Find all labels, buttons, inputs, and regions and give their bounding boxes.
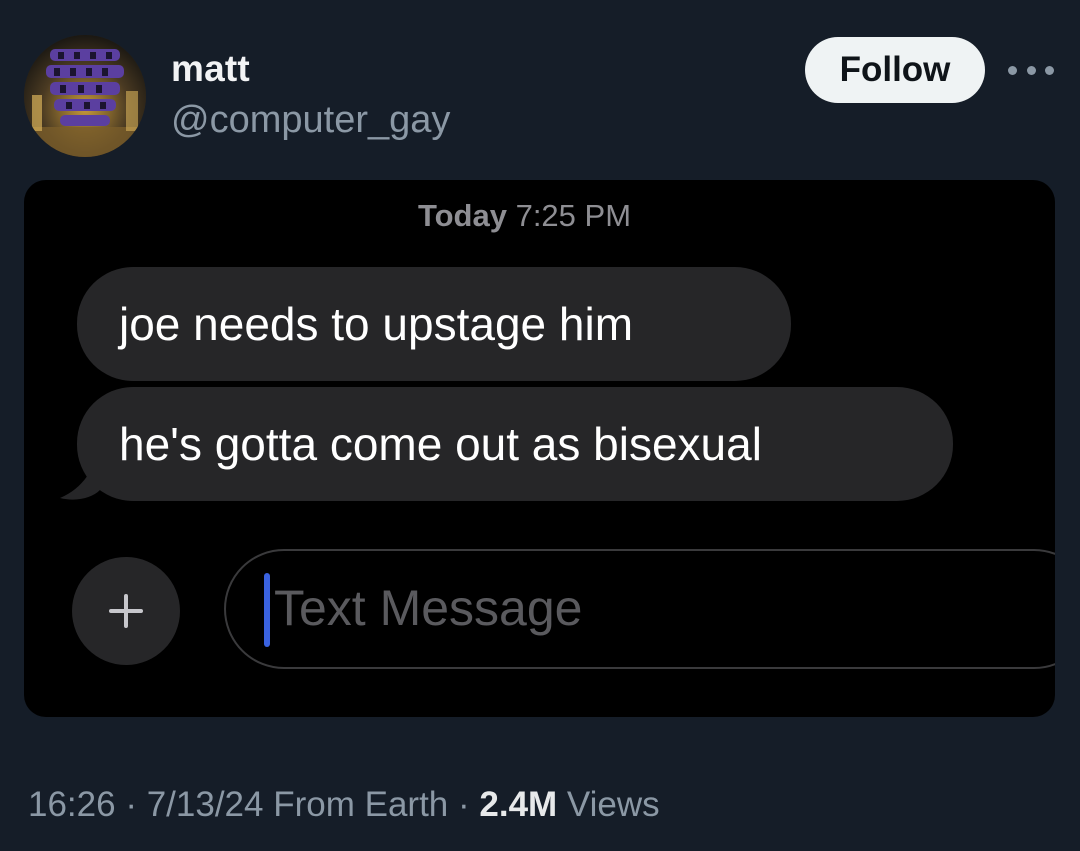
tweet-meta: 16:26 · 7/13/24 From Earth · 2.4M Views (28, 785, 660, 825)
post-time[interactable]: 16:26 (28, 785, 116, 824)
plus-icon (109, 594, 143, 628)
post-date[interactable]: 7/13/24 (147, 785, 264, 824)
post-source: From Earth (273, 785, 449, 824)
text-message-input[interactable]: Text Message (224, 549, 1055, 669)
message-text: joe needs to upstage him (119, 298, 634, 350)
more-horizontal-icon-dot (1026, 65, 1036, 75)
meta-separator: · (448, 785, 480, 824)
username-handle[interactable]: @computer_gay (171, 99, 450, 142)
attached-screenshot[interactable]: Today 7:25 PM joe needs to upstage him h… (24, 180, 1055, 717)
bubble-tail (60, 448, 100, 500)
display-name[interactable]: matt (171, 48, 250, 90)
timestamp-day: Today (417, 198, 507, 233)
more-options-button[interactable] (1008, 58, 1054, 82)
avatar[interactable] (24, 35, 146, 157)
message-bubble: joe needs to upstage him (77, 267, 791, 381)
views-label: Views (566, 785, 660, 824)
tweet: matt @computer_gay Follow Today 7:25 PM … (0, 0, 1080, 851)
input-placeholder: Text Message (274, 580, 583, 636)
follow-button[interactable]: Follow (805, 37, 985, 103)
more-horizontal-icon-dot (1045, 65, 1054, 75)
text-cursor (264, 573, 270, 647)
message-text: he's gotta come out as bisexual (119, 418, 762, 470)
add-attachment-button[interactable] (72, 557, 180, 665)
views-count[interactable]: 2.4M (479, 785, 557, 824)
avatar-image (24, 35, 146, 157)
timestamp-time: 7:25 PM (515, 198, 632, 233)
message-timestamp: Today 7:25 PM (24, 198, 1025, 234)
message-bubble: he's gotta come out as bisexual (77, 387, 953, 501)
more-horizontal-icon (1008, 65, 1017, 75)
meta-separator: · (115, 785, 147, 824)
